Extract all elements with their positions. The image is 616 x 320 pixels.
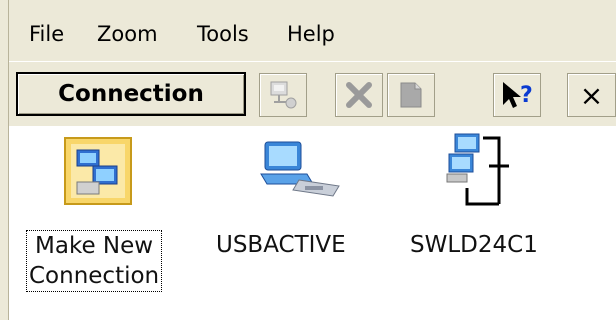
network-connection-icon <box>446 133 509 206</box>
dial-icon <box>270 81 297 109</box>
swld24c1-item[interactable] <box>443 128 527 214</box>
help-pointer-icon: ? <box>503 82 533 108</box>
dial-button[interactable] <box>259 73 307 117</box>
make-new-connection-label[interactable]: Make New Connection <box>26 230 163 292</box>
usb-connection-icon <box>260 141 340 197</box>
swld24c1-label: SWLD24C1 <box>410 232 538 258</box>
usbactive-item[interactable] <box>259 138 343 200</box>
properties-button[interactable] <box>387 73 435 117</box>
menu-file[interactable]: File <box>29 22 64 46</box>
properties-icon <box>400 82 422 108</box>
delete-button[interactable] <box>335 73 383 117</box>
delete-icon <box>346 82 372 108</box>
menu-zoom[interactable]: Zoom <box>97 22 158 46</box>
menu-tools[interactable]: Tools <box>197 22 249 46</box>
usbactive-label: USBACTIVE <box>216 232 346 258</box>
connections-list: Make New Connection USBACTIVE SWLD24C1 <box>9 126 616 320</box>
menu-help[interactable]: Help <box>287 22 335 46</box>
make-new-connection-item[interactable] <box>63 136 133 206</box>
new-connection-icon <box>64 137 132 205</box>
close-button[interactable]: × <box>567 73 616 117</box>
connection-button[interactable]: Connection <box>16 72 246 116</box>
menu-bar: File Zoom Tools Help <box>9 0 616 61</box>
svg-text:?: ? <box>520 83 533 108</box>
window-left-border <box>0 0 9 320</box>
toolbar: Connection ? × <box>9 62 616 126</box>
whats-this-button[interactable]: ? <box>493 73 541 117</box>
